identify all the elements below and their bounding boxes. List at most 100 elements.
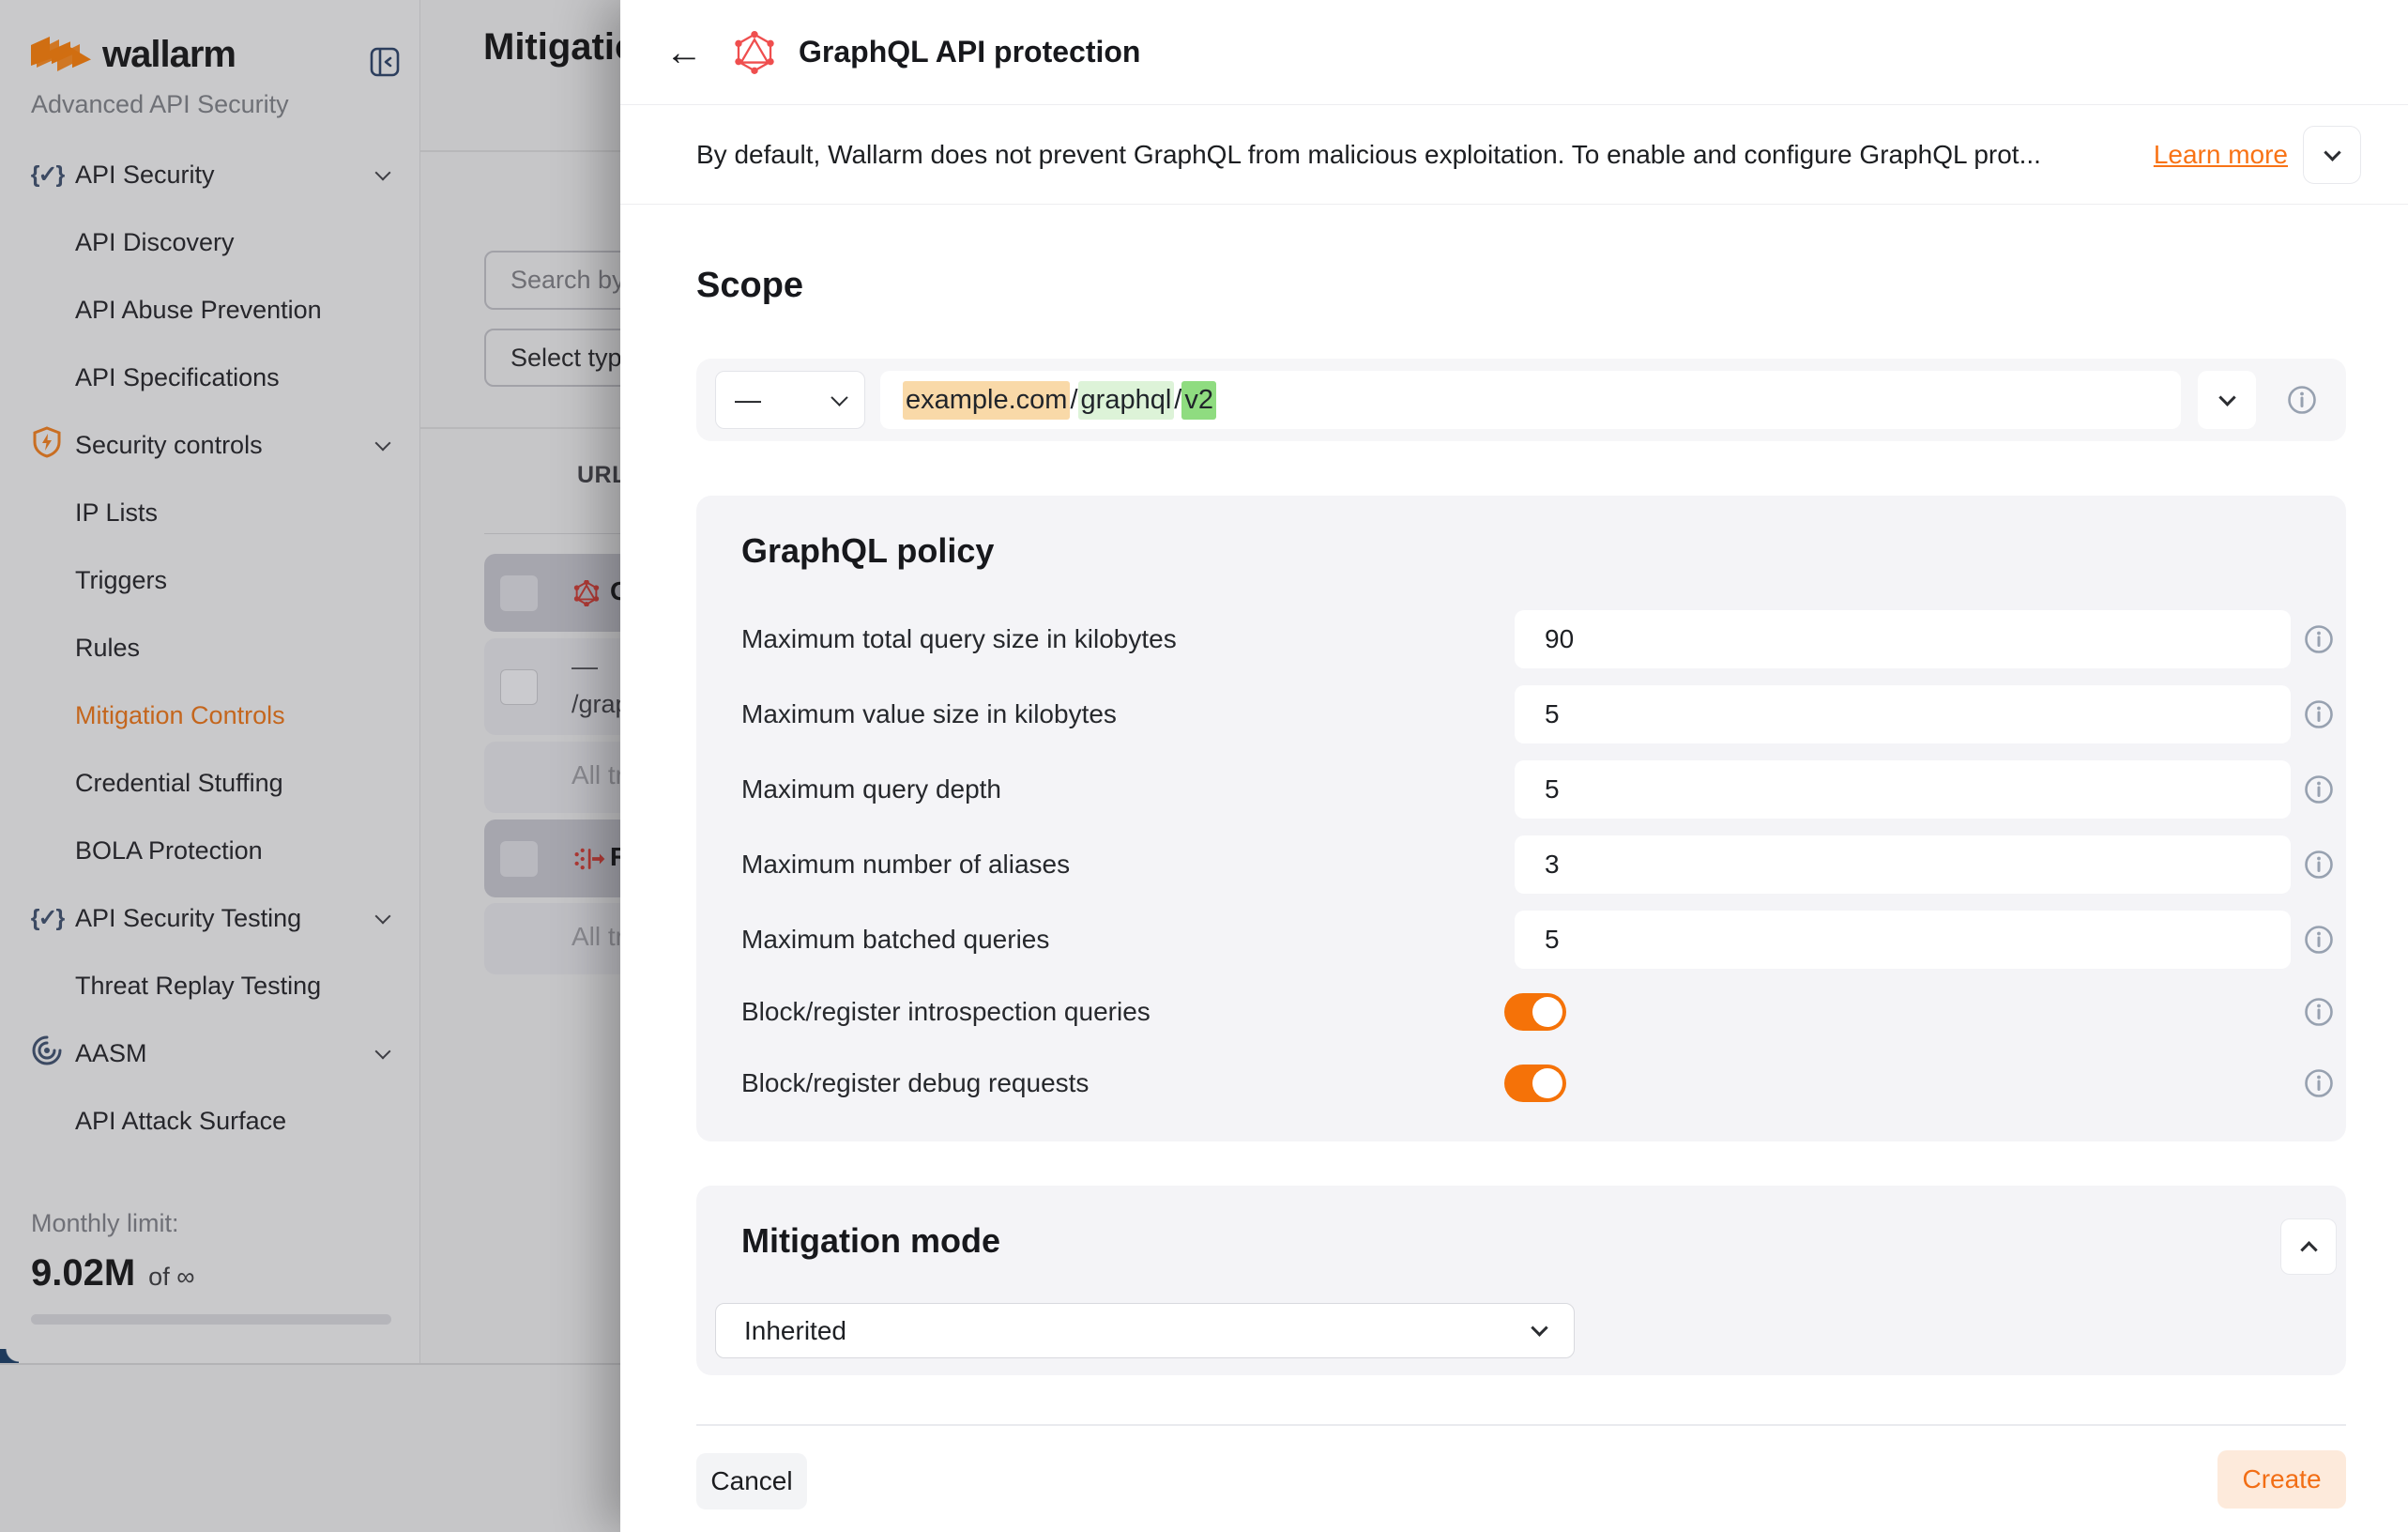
row-checkbox[interactable] <box>500 669 538 705</box>
search-placeholder: Search by <box>511 266 625 295</box>
sidebar-item-api-security-testing[interactable]: {✓} API Security Testing <box>0 884 420 952</box>
graphql-protection-drawer: ← GraphQL API protection By default, Wal… <box>620 0 2408 1532</box>
sidebar-item-label: API Security <box>75 161 215 190</box>
policy-toggle-on[interactable] <box>1504 1065 1566 1102</box>
info-icon[interactable] <box>2287 385 2317 415</box>
sidebar-item-label: API Security Testing <box>75 904 301 933</box>
back-arrow-icon[interactable]: ← <box>665 34 703 71</box>
scope-url-input[interactable]: example.com/graphql/v2 <box>880 371 2181 429</box>
graphql-icon <box>733 31 776 74</box>
sidebar-item-rules[interactable]: Rules <box>0 614 420 682</box>
drawer-infobar: By default, Wallarm does not prevent Gra… <box>620 106 2408 205</box>
brand-subtitle: Advanced API Security <box>31 90 289 119</box>
row-checkbox[interactable] <box>500 575 538 611</box>
info-icon[interactable] <box>2304 699 2334 729</box>
sidebar-item-label: Mitigation Controls <box>75 701 285 730</box>
policy-row-label: Maximum query depth <box>741 760 1001 819</box>
chevron-down-icon <box>831 389 847 406</box>
collapse-section-button[interactable] <box>2280 1218 2337 1275</box>
learn-more-link[interactable]: Learn more <box>2154 140 2288 170</box>
bot-icon <box>573 846 605 877</box>
url-part: example.com <box>903 381 1070 420</box>
info-icon[interactable] <box>2304 1068 2334 1098</box>
policy-row-label: Maximum batched queries <box>741 911 1049 969</box>
bottom-left-notch <box>0 1349 19 1363</box>
braces-check-icon: {✓} <box>31 159 63 191</box>
policy-value-input[interactable]: 5 <box>1515 911 2291 969</box>
sidebar-item-mitigation-controls[interactable]: Mitigation Controls <box>0 682 420 749</box>
mitigation-mode-panel: Mitigation mode Inherited <box>696 1186 2346 1375</box>
sidebar-item-bola-protection[interactable]: BOLA Protection <box>0 817 420 884</box>
mitigation-mode-select[interactable]: Inherited <box>715 1303 1575 1358</box>
expand-description-button[interactable] <box>2303 126 2361 184</box>
monthly-limit-value-row: 9.02M of ∞ <box>31 1252 194 1295</box>
sidebar-item-api-security[interactable]: {✓} API Security <box>0 141 420 208</box>
sidebar-item-credential-stuffing[interactable]: Credential Stuffing <box>0 749 420 817</box>
url-part: / <box>1070 381 1077 420</box>
policy-row-label: Maximum total query size in kilobytes <box>741 610 1177 668</box>
cancel-button[interactable]: Cancel <box>696 1453 807 1509</box>
info-icon[interactable] <box>2304 997 2334 1027</box>
braces-check-icon: {✓} <box>31 902 63 934</box>
policy-row-label: Block/register debug requests <box>741 1054 1089 1112</box>
scope-heading: Scope <box>696 266 803 306</box>
brand: wallarm <box>31 34 236 76</box>
sidebar-item-threat-replay-testing[interactable]: Threat Replay Testing <box>0 952 420 1019</box>
sidebar-collapse-icon[interactable] <box>370 47 400 77</box>
chevron-down-icon <box>2218 389 2235 406</box>
info-icon[interactable] <box>2304 624 2334 654</box>
url-part: / <box>1174 381 1181 420</box>
monthly-limit-label: Monthly limit: <box>31 1209 179 1238</box>
sidebar-item-label: Threat Replay Testing <box>75 972 321 1001</box>
graphql-icon <box>573 580 600 611</box>
info-icon[interactable] <box>2304 925 2334 955</box>
policy-toggle-on[interactable] <box>1504 993 1566 1031</box>
row-checkbox[interactable] <box>500 841 538 877</box>
sidebar-item-aasm[interactable]: AASM <box>0 1019 420 1087</box>
sidebar: wallarm Advanced API Security {✓} API Sec… <box>0 0 420 1363</box>
sidebar-item-api-abuse-prevention[interactable]: API Abuse Prevention <box>0 276 420 344</box>
sidebar-item-label: IP Lists <box>75 498 158 528</box>
sidebar-item-label: API Discovery <box>75 228 235 257</box>
chevron-down-icon <box>375 1044 391 1060</box>
chevron-down-icon <box>375 909 391 925</box>
scope-url-dropdown-button[interactable] <box>2198 371 2256 429</box>
policy-value-input[interactable]: 90 <box>1515 610 2291 668</box>
sidebar-item-label: API Abuse Prevention <box>75 296 322 325</box>
scope-panel: — example.com/graphql/v2 <box>696 359 2346 441</box>
toggle-knob <box>1532 997 1562 1027</box>
policy-value: 5 <box>1545 925 1560 955</box>
policy-value-input[interactable]: 5 <box>1515 685 2291 743</box>
sidebar-item-api-discovery[interactable]: API Discovery <box>0 208 420 276</box>
chevron-down-icon <box>375 436 391 452</box>
sidebar-item-api-attack-surface[interactable]: API Attack Surface <box>0 1087 420 1155</box>
policy-value-input[interactable]: 5 <box>1515 760 2291 819</box>
sidebar-item-ip-lists[interactable]: IP Lists <box>0 479 420 546</box>
chevron-down-icon <box>375 165 391 181</box>
sidebar-item-label: Credential Stuffing <box>75 769 283 798</box>
sidebar-item-label: Rules <box>75 634 140 663</box>
info-icon[interactable] <box>2304 774 2334 804</box>
sidebar-item-triggers[interactable]: Triggers <box>0 546 420 614</box>
monthly-limit-progressbar <box>31 1314 391 1325</box>
sidebar-item-security-controls[interactable]: Security controls <box>0 411 420 479</box>
shield-bolt-icon <box>31 429 63 461</box>
chevron-down-icon <box>2324 144 2340 161</box>
toggle-knob <box>1532 1068 1562 1098</box>
drawer-title: GraphQL API protection <box>799 35 1140 69</box>
row-text: All tr <box>572 760 624 790</box>
wallarm-logo-icon <box>31 36 91 75</box>
drawer-description: By default, Wallarm does not prevent Gra… <box>696 140 2126 170</box>
policy-value: 90 <box>1545 624 1574 654</box>
sidebar-item-api-specifications[interactable]: API Specifications <box>0 344 420 411</box>
scope-method-select[interactable]: — <box>715 371 865 429</box>
row-text: All tr <box>572 922 624 952</box>
create-button[interactable]: Create <box>2217 1450 2346 1509</box>
monthly-limit-suffix: of ∞ <box>148 1263 194 1292</box>
mitigation-mode-heading: Mitigation mode <box>741 1221 1000 1261</box>
url-column-header: URL <box>577 462 627 489</box>
sidebar-item-label: Triggers <box>75 566 167 595</box>
policy-value-input[interactable]: 3 <box>1515 835 2291 894</box>
app-root: wallarm Advanced API Security {✓} API Sec… <box>0 0 2408 1532</box>
info-icon[interactable] <box>2304 850 2334 880</box>
